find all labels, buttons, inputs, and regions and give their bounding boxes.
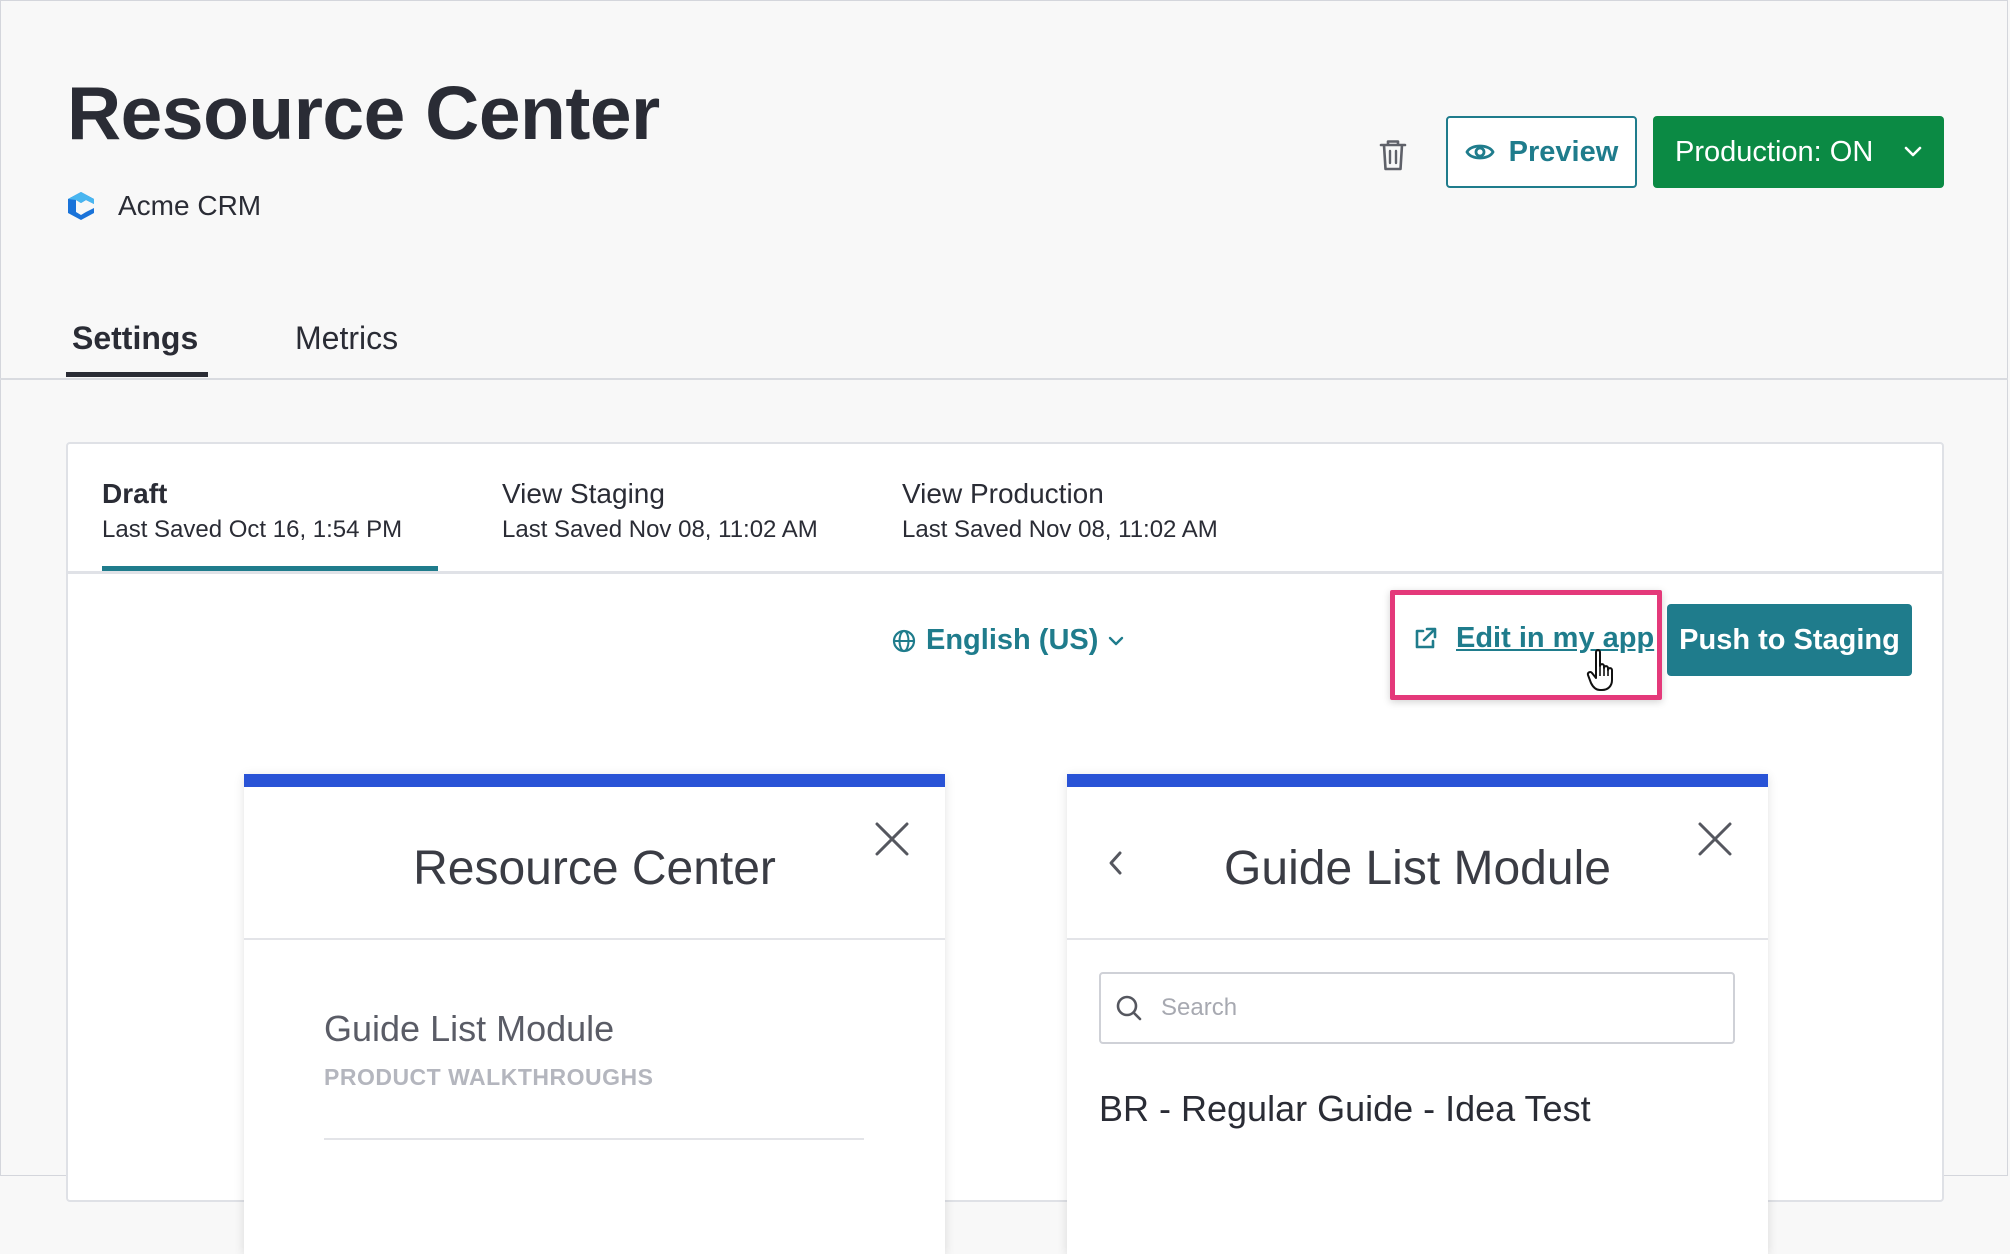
preview-label: Preview [1508, 135, 1619, 168]
search-field[interactable] [1099, 972, 1735, 1044]
card-title: Resource Center [413, 842, 776, 895]
env-tab-staging[interactable]: View Staging Last Saved Nov 08, 11:02 AM [502, 478, 818, 544]
language-selector[interactable]: English (US) [892, 624, 1124, 657]
module-list-item-subtitle: PRODUCT WALKTHROUGHS [324, 1064, 654, 1090]
guide-list-item[interactable]: BR - Regular Guide - Idea Test [1099, 1088, 1591, 1130]
card-title: Guide List Module [1224, 842, 1611, 895]
chevron-down-icon [1904, 146, 1922, 157]
env-tab-last-saved: Last Saved Nov 08, 11:02 AM [902, 516, 1218, 543]
card-header: Resource Center [244, 787, 945, 940]
production-label: Production: ON [1675, 135, 1874, 168]
env-tab-production[interactable]: View Production Last Saved Nov 08, 11:02… [902, 478, 1218, 544]
app-selector: Acme CRM [66, 190, 261, 222]
guide-list-preview-card: Guide List Module BR - Regular Guide - I… [1067, 774, 1768, 1254]
eye-icon [1465, 144, 1495, 160]
env-tab-title: Draft [102, 478, 168, 509]
tab-metrics[interactable]: Metrics [295, 320, 398, 357]
globe-icon [892, 629, 916, 652]
app-logo-icon [68, 192, 94, 220]
page-tabs: Settings Metrics [0, 300, 2008, 380]
environment-panel: Draft Last Saved Oct 16, 1:54 PM View St… [66, 442, 1944, 1254]
close-icon[interactable] [1697, 821, 1733, 857]
search-input[interactable] [1159, 993, 1723, 1023]
trash-icon[interactable] [1378, 138, 1408, 172]
divider [324, 1138, 864, 1140]
chevron-down-icon [1109, 636, 1124, 645]
close-icon[interactable] [874, 821, 910, 857]
env-tab-active-indicator [102, 566, 438, 571]
edit-in-my-app-label: Edit in my app [1456, 622, 1655, 654]
language-label: English (US) [926, 624, 1099, 656]
env-tab-last-saved: Last Saved Nov 08, 11:02 AM [502, 516, 818, 543]
production-status-dropdown[interactable]: Production: ON [1653, 116, 1944, 188]
page-title: Resource Center [67, 71, 660, 155]
environment-tabs: Draft Last Saved Oct 16, 1:54 PM View St… [68, 444, 1942, 574]
preview-button[interactable]: Preview [1446, 116, 1637, 188]
resource-center-preview-card: Resource Center Guide List Module PRODUC… [244, 774, 945, 1254]
card-header: Guide List Module [1067, 787, 1768, 940]
tab-active-indicator [66, 372, 208, 377]
search-icon [1116, 995, 1142, 1021]
module-list-item-title[interactable]: Guide List Module [324, 1008, 614, 1050]
tab-settings[interactable]: Settings [72, 320, 198, 357]
env-tab-last-saved: Last Saved Oct 16, 1:54 PM [102, 516, 403, 543]
env-tab-draft[interactable]: Draft Last Saved Oct 16, 1:54 PM [102, 478, 402, 544]
push-to-staging-button[interactable]: Push to Staging [1667, 604, 1912, 676]
env-tab-title: View Staging [502, 478, 665, 509]
hand-pointer-cursor-icon [1586, 649, 1613, 691]
external-link-icon [1415, 627, 1437, 648]
env-tab-title: View Production [902, 478, 1104, 509]
app-name: Acme CRM [118, 190, 262, 221]
